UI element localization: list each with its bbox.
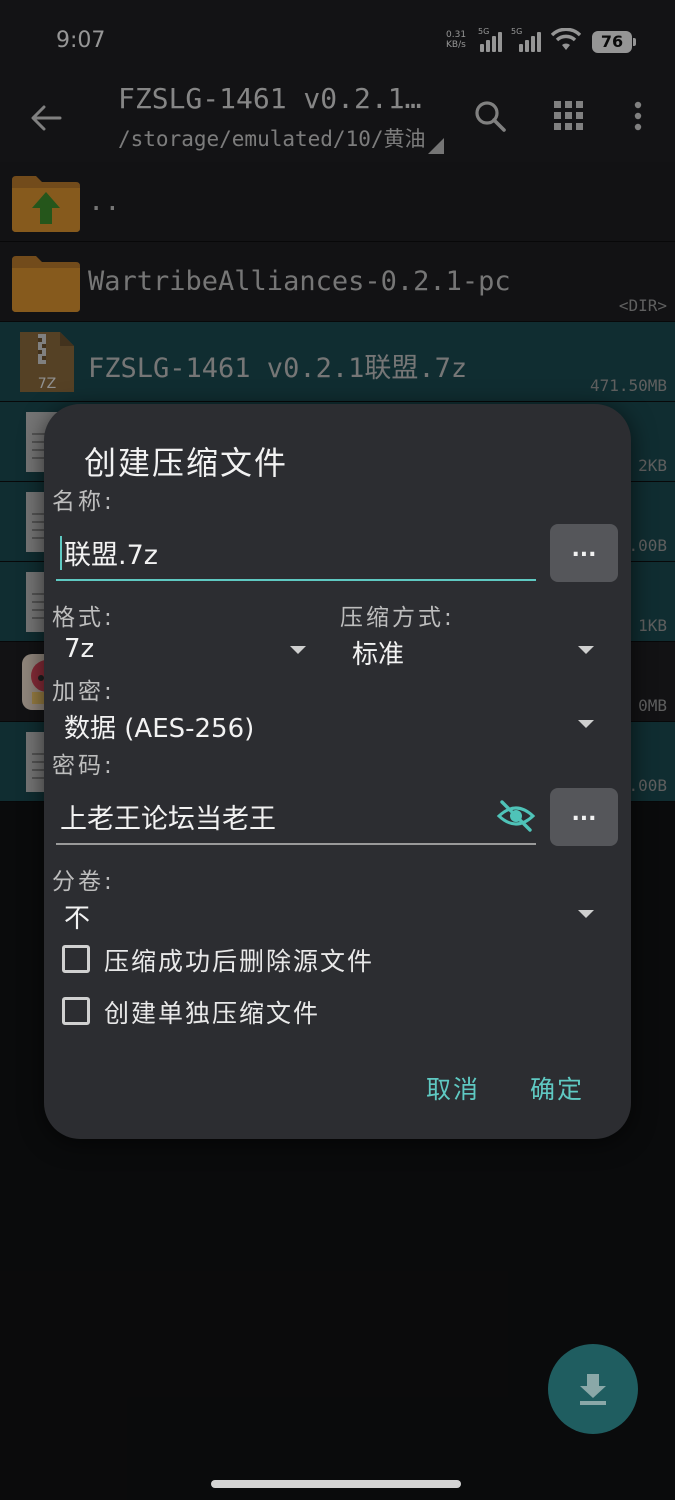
encryption-select[interactable]: 数据 (AES-256): [64, 706, 596, 746]
delete-source-option[interactable]: 压缩成功后删除源文件: [62, 942, 542, 978]
gesture-nav-handle[interactable]: [211, 1480, 461, 1488]
dropdown-arrow-icon: [290, 646, 306, 654]
separate-archives-option[interactable]: 创建单独压缩文件: [62, 994, 542, 1030]
visibility-off-icon[interactable]: [496, 796, 536, 836]
format-select[interactable]: 7z: [64, 632, 308, 672]
compression-method-label: 压缩方式:: [340, 605, 455, 631]
split-volume-select[interactable]: 不: [64, 896, 596, 936]
archive-name-input[interactable]: 联盟.7z: [56, 521, 536, 581]
password-label: 密码:: [52, 753, 115, 779]
separate-archives-label: 创建单独压缩文件: [104, 999, 321, 1028]
dropdown-arrow-icon: [578, 646, 594, 654]
compression-method-value: 标准: [352, 640, 405, 670]
text-cursor: [60, 536, 62, 570]
format-label: 格式:: [52, 605, 115, 631]
dropdown-arrow-icon: [578, 720, 594, 728]
ok-button[interactable]: 确定: [530, 1070, 584, 1106]
name-label: 名称:: [52, 489, 115, 515]
cancel-button[interactable]: 取消: [426, 1070, 480, 1106]
archive-name-value: 联盟.7z: [64, 540, 158, 571]
split-volume-value: 不: [64, 904, 91, 934]
encryption-label: 加密:: [52, 679, 115, 705]
separate-archives-checkbox[interactable]: [62, 997, 90, 1025]
dialog-title: 创建压缩文件: [84, 444, 289, 482]
format-value: 7z: [64, 634, 95, 664]
compression-method-select[interactable]: 标准: [352, 632, 596, 672]
delete-source-checkbox[interactable]: [62, 945, 90, 973]
create-archive-dialog: 创建压缩文件 名称: 联盟.7z ... 格式: 压缩方式: 7z 标准 加密:…: [44, 404, 631, 1139]
split-volume-label: 分卷:: [52, 869, 115, 895]
password-options-button[interactable]: ...: [550, 788, 618, 846]
delete-source-label: 压缩成功后删除源文件: [104, 947, 375, 976]
extract-fab[interactable]: [548, 1344, 638, 1434]
password-value: 上老王论坛当老王: [60, 804, 276, 835]
encryption-value: 数据 (AES-256): [64, 714, 255, 744]
download-icon: [580, 1374, 606, 1405]
password-input[interactable]: 上老王论坛当老王: [56, 785, 536, 845]
dropdown-arrow-icon: [578, 910, 594, 918]
browse-name-button[interactable]: ...: [550, 524, 618, 582]
